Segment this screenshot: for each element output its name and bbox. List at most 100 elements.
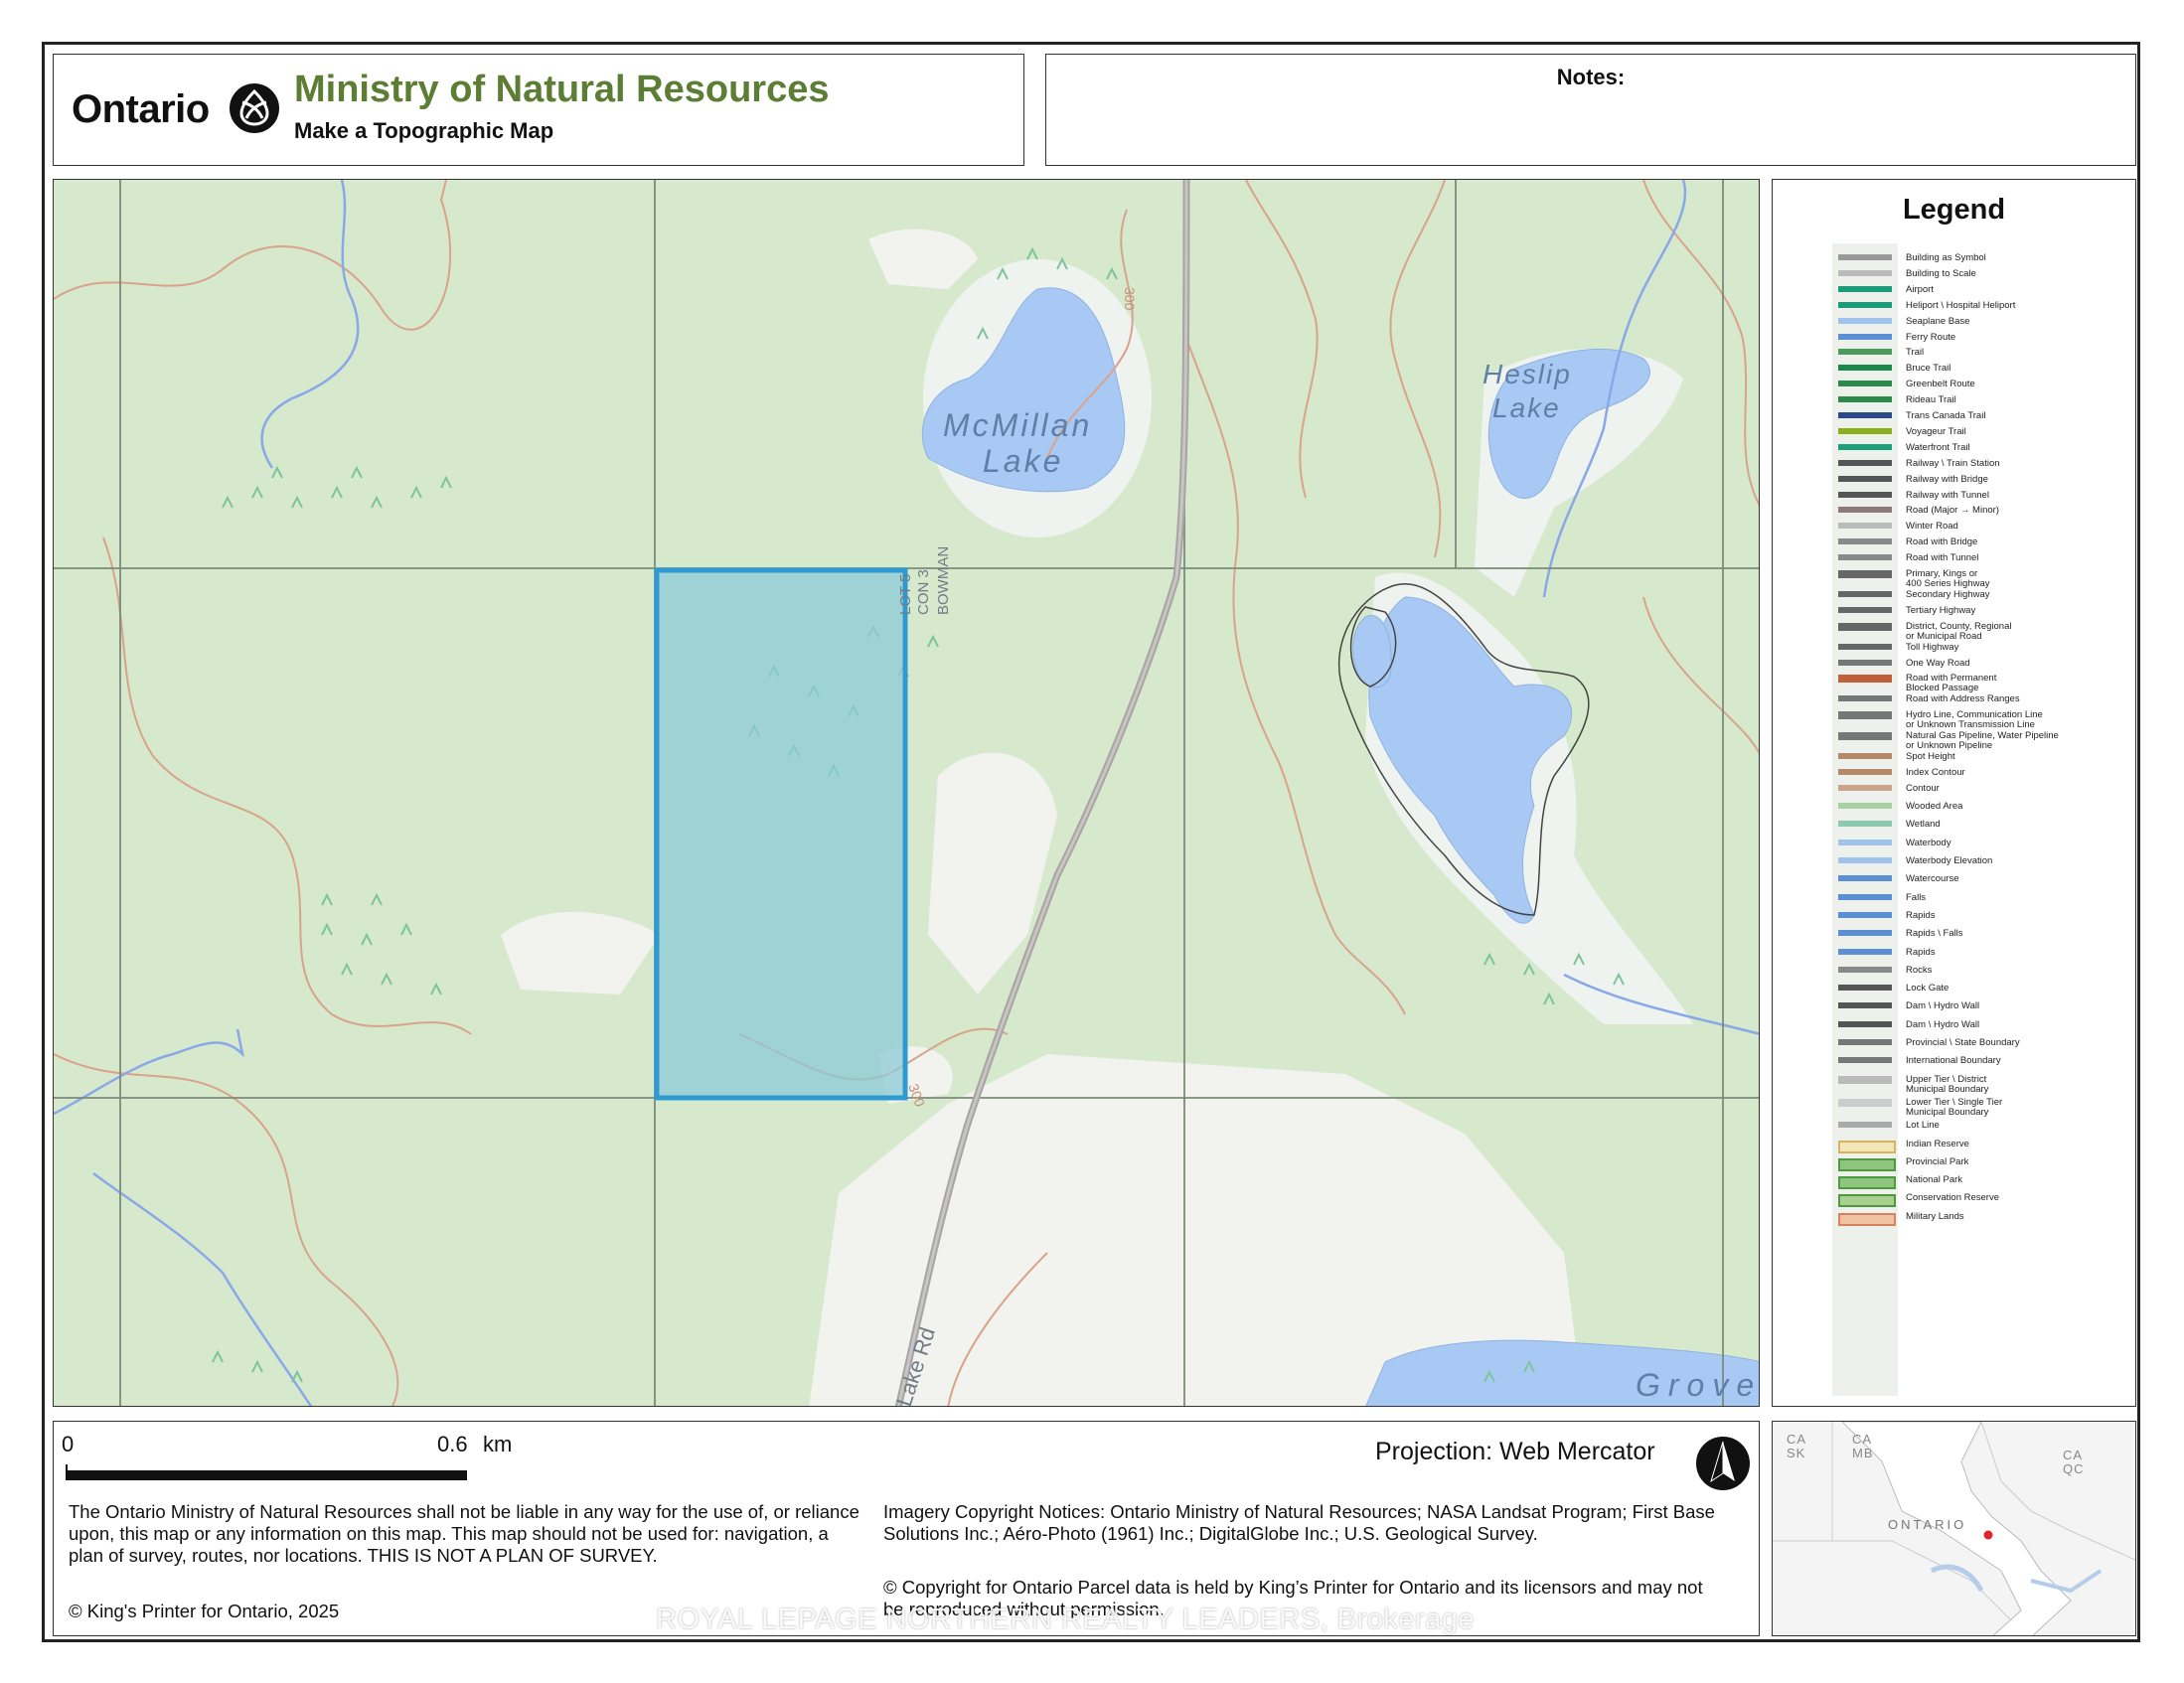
legend-item: Indian Reserve: [1906, 1138, 1969, 1149]
legend-item: Waterbody Elevation: [1906, 855, 1993, 866]
legend-symbol: [1838, 396, 1892, 403]
legend-item: One Way Road: [1906, 657, 1970, 669]
legend-item: Conservation Reserve: [1906, 1192, 1999, 1204]
inset-label-ca-mb-2: MB: [1852, 1446, 1874, 1460]
legend-item: Dam \ Hydro Wall: [1906, 1000, 1980, 1012]
legend-symbol: [1838, 349, 1892, 356]
legend-item: Index Contour: [1906, 766, 1965, 778]
heslip-label-2: Lake: [1492, 392, 1561, 423]
legend-item: Building to Scale: [1906, 267, 1976, 279]
inset-label-ca-sk-2: SK: [1787, 1446, 1806, 1460]
legend-item: Spot Height: [1906, 751, 1955, 762]
legend-item: Rapids: [1906, 909, 1936, 921]
legend-item: Building as Symbol: [1906, 252, 1986, 263]
legend-item: Falls: [1906, 891, 1927, 903]
legend-item: Road with Permanent Blocked Passage: [1906, 673, 1997, 694]
legend-item: Trail: [1906, 347, 1925, 359]
legend-item: Airport: [1906, 283, 1934, 295]
notes-label: Notes:: [1556, 65, 1626, 89]
legend-item: Provincial \ State Boundary: [1906, 1037, 2020, 1048]
legend-symbol: [1838, 443, 1892, 450]
legend-symbol: [1838, 570, 1892, 578]
legend-symbol: [1838, 333, 1892, 340]
scale-start: 0: [62, 1432, 75, 1456]
legend-symbol: [1838, 1194, 1896, 1208]
legend-symbol: [1838, 803, 1892, 810]
legend-item: Wooded Area: [1906, 801, 1963, 813]
legend-symbol: [1838, 893, 1892, 900]
legend-item: Dam \ Hydro Wall: [1906, 1018, 1980, 1030]
legend-symbol: [1838, 412, 1892, 418]
legend-item: Greenbelt Route: [1906, 379, 1975, 390]
mcmillan-label-2: Lake: [983, 443, 1063, 479]
legend-symbol: [1838, 1075, 1892, 1084]
legend-symbol: [1838, 622, 1892, 631]
inset-label-ca-qc-1: CA: [2063, 1448, 2084, 1462]
township-label: BOWMAN: [935, 546, 952, 615]
legend-symbol: [1838, 784, 1892, 791]
legend-symbol: [1838, 1122, 1892, 1129]
ontario-trillium-logo-icon: [230, 83, 279, 133]
legend-symbol: [1838, 254, 1892, 260]
legend-item: Wetland: [1906, 819, 1941, 831]
legend-symbol: [1838, 732, 1892, 741]
map-canvas: McMillan Lake Heslip Lake Grove Lake Rd …: [54, 180, 1760, 1406]
legend-item: District, County, Regional or Municipal …: [1906, 620, 2012, 642]
legend-symbol: [1838, 930, 1892, 937]
legend-symbol: [1838, 875, 1892, 882]
con-label: CON 3: [915, 569, 932, 615]
lot-label: LOT 5: [897, 574, 914, 615]
legend-item: Military Lands: [1906, 1210, 1964, 1222]
legend-item: Lock Gate: [1906, 983, 1950, 994]
legend-symbol: [1838, 1002, 1892, 1009]
legend-item: International Boundary: [1906, 1055, 2001, 1067]
legend-item: Lot Line: [1906, 1120, 1940, 1132]
north-arrow-icon: [1696, 1437, 1750, 1490]
legend-item: Rideau Trail: [1906, 394, 1956, 406]
legend-item: Ferry Route: [1906, 331, 1956, 343]
scale-bar: [66, 1470, 467, 1480]
legend-item: Tertiary Highway: [1906, 604, 1976, 616]
legend-item: Railway \ Train Station: [1906, 457, 2000, 469]
location-marker: [1983, 1530, 1993, 1540]
legend-item: Watercourse: [1906, 873, 1959, 885]
legend-item: Hydro Line, Communication Line or Unknow…: [1906, 709, 2043, 731]
legend-symbol: [1838, 1140, 1896, 1153]
legend-item: Trans Canada Trail: [1906, 410, 1986, 421]
legend-item: Contour: [1906, 782, 1940, 794]
heslip-label-1: Heslip: [1482, 359, 1572, 389]
legend-item: Provincial Park: [1906, 1155, 1969, 1167]
legend-symbol: [1838, 1057, 1892, 1064]
brokerage-watermark: ROYAL LEPAGE NORTHERN REALTY LEADERS, Br…: [656, 1604, 1475, 1635]
legend-symbol: [1838, 1212, 1896, 1226]
legend-symbol: [1838, 365, 1892, 372]
topographic-map[interactable]: McMillan Lake Heslip Lake Grove Lake Rd …: [53, 179, 1760, 1407]
inset-label-ca-sk-1: CA: [1787, 1432, 1807, 1447]
map-subtitle: Make a Topographic Map: [294, 118, 554, 143]
legend-item: Road (Major → Minor): [1906, 505, 1999, 517]
legend-symbol: [1838, 711, 1892, 720]
subject-parcel[interactable]: [654, 567, 908, 1101]
legend-symbol: [1838, 643, 1892, 650]
legend-symbol: [1838, 301, 1892, 308]
imagery-notice: Imagery Copyright Notices: Ontario Minis…: [883, 1501, 1715, 1544]
disclaimer-text: The Ontario Ministry of Natural Resource…: [69, 1501, 859, 1566]
legend-item: Road with Bridge: [1906, 536, 1978, 548]
scale-unit: km: [483, 1432, 513, 1456]
grove-label: Grove: [1636, 1367, 1760, 1403]
legend-item: Lower Tier \ Single Tier Municipal Bound…: [1906, 1096, 2003, 1118]
legend-symbol: [1838, 507, 1892, 514]
legend-symbol: [1838, 1020, 1892, 1027]
legend-symbol: [1838, 554, 1892, 561]
legend-symbol: [1838, 606, 1892, 613]
legend-item: National Park: [1906, 1174, 1963, 1186]
legend-item: Heliport \ Hospital Heliport: [1906, 299, 2016, 311]
legend-symbol: [1838, 911, 1892, 918]
legend-item: Road with Address Ranges: [1906, 693, 2020, 705]
legend-symbol: [1838, 1157, 1896, 1171]
legend-symbol: [1838, 523, 1892, 530]
legend-item: Secondary Highway: [1906, 588, 1990, 600]
legend-symbol: [1838, 590, 1892, 597]
legend-item: Bruce Trail: [1906, 363, 1951, 375]
legend-symbol: [1838, 753, 1892, 759]
